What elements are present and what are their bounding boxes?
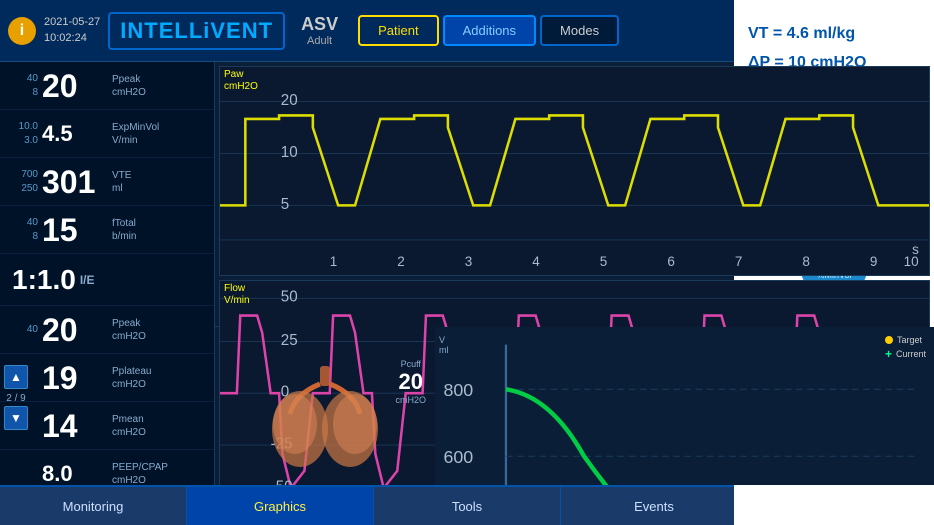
svg-text:4: 4 [532, 254, 540, 269]
datetime: 2021-05-27 10:02:24 [44, 15, 100, 46]
pplateau-label: PplateaucmH2O [112, 365, 151, 391]
svg-text:600: 600 [443, 447, 473, 467]
ppeak2-label: PpeakcmH2O [112, 317, 146, 343]
down-arrow[interactable]: ▼ [4, 406, 28, 430]
ppeak-value: 20 [42, 70, 112, 102]
metric-expminvol[interactable]: 10.03.0 4.5 ExpMinVolV/min [0, 110, 214, 158]
flow-chart-label: FlowV/min [224, 283, 250, 307]
ppeak-label: PpeakcmH2O [112, 73, 146, 99]
metric-pmean[interactable]: 14 PmeancmH2O [0, 402, 214, 450]
vte-label: VTEml [112, 169, 131, 195]
current-legend: + Current [885, 347, 926, 361]
pmean-value: 14 [42, 410, 112, 442]
ie-display: 1:1.0I/E [6, 258, 208, 302]
vte-value: 301 [42, 166, 112, 198]
metric-ppeak-top[interactable]: 408 20 PpeakcmH2O [0, 62, 214, 110]
footer-tools[interactable]: Tools [374, 487, 561, 525]
metric-pplateau[interactable]: 19 PplateaucmH2O [0, 354, 214, 402]
peep2-value: 8.0 [42, 463, 112, 485]
svg-text:s: s [912, 242, 919, 257]
svg-text:2: 2 [397, 254, 405, 269]
ie-label: I/E [80, 273, 95, 287]
svg-text:20: 20 [281, 92, 298, 109]
pmean-label: PmeancmH2O [112, 413, 146, 439]
svg-text:10: 10 [281, 144, 298, 161]
ftotal-value: 15 [42, 214, 112, 246]
ppeak2-range: 40 [6, 323, 42, 337]
footer-monitoring[interactable]: Monitoring [0, 487, 187, 525]
expminvol-label: ExpMinVolV/min [112, 121, 159, 147]
y-axis-label: Vml [439, 335, 449, 355]
ppeak2-value: 20 [42, 314, 112, 346]
svg-text:50: 50 [281, 288, 298, 305]
ppeak-range: 408 [6, 72, 42, 100]
metric-peep[interactable]: 8.0 PEEP/CPAPcmH2O [0, 450, 214, 485]
svg-text:25: 25 [281, 331, 298, 348]
footer-graphics[interactable]: Graphics [187, 487, 374, 525]
metric-ie[interactable]: 1:1.0I/E [0, 254, 214, 306]
v-chart-svg: 800 600 400 200 0 0 10 20 30 40 50 60 b/… [439, 331, 930, 485]
page-indicator: 2 / 9 [4, 393, 28, 404]
pcuff-unit: cmH2O [395, 395, 426, 405]
svg-text:800: 800 [443, 380, 473, 400]
main-screen: i 2021-05-27 10:02:24 INTELLiVENT ASV Ad… [0, 0, 934, 525]
svg-text:9: 9 [870, 254, 878, 269]
peep2-label: PEEP/CPAPcmH2O [112, 461, 168, 486]
vchart-legend: Target + Current [885, 335, 926, 361]
metric-ppeak-bot[interactable]: 40 20 PpeakcmH2O [0, 306, 214, 354]
metric-vte[interactable]: 700250 301 VTEml [0, 158, 214, 206]
charts-area: PawcmH2O 20 10 5 1 [215, 62, 934, 327]
up-arrow[interactable]: ▲ [4, 365, 28, 389]
nav-buttons: Patient Additions Modes [358, 15, 619, 46]
ftotal-range: 408 [6, 216, 42, 244]
lung-illustration [265, 364, 385, 474]
paw-chart-label: PawcmH2O [224, 69, 258, 93]
svg-text:3: 3 [465, 254, 473, 269]
footer-events[interactable]: Events [561, 487, 748, 525]
svg-text:5: 5 [600, 254, 608, 269]
nav-modes-button[interactable]: Modes [540, 15, 619, 46]
header-info: i 2021-05-27 10:02:24 [8, 15, 100, 46]
brand-name: INTELLiVENT [108, 12, 285, 50]
target-legend: Target [885, 335, 926, 345]
nav-additions-button[interactable]: Additions [443, 15, 536, 46]
asv-label: ASV Adult [301, 14, 338, 47]
main-content: 408 20 PpeakcmH2O 10.03.0 4.5 ExpMinVolV… [0, 62, 934, 485]
metric-ftotal[interactable]: 408 15 fTotalb/min [0, 206, 214, 254]
current-legend-label: Current [896, 349, 926, 359]
expminvol-value: 4.5 [42, 123, 112, 145]
svg-text:-50: -50 [271, 478, 293, 485]
ftotal-label: fTotalb/min [112, 217, 136, 243]
pcuff-label: Pcuff [395, 359, 426, 369]
svg-text:8: 8 [802, 254, 810, 269]
asv-text: ASV [301, 14, 338, 35]
svg-text:7: 7 [735, 254, 743, 269]
pcuff-box: Pcuff 20 cmH2O [395, 359, 426, 405]
nav-patient-button[interactable]: Patient [358, 15, 438, 46]
left-panel: 408 20 PpeakcmH2O 10.03.0 4.5 ExpMinVolV… [0, 62, 215, 485]
target-legend-label: Target [897, 335, 922, 345]
adult-text: Adult [301, 35, 338, 47]
svg-text:5: 5 [281, 196, 289, 213]
pplateau-value: 19 [42, 362, 112, 394]
paw-chart: PawcmH2O 20 10 5 1 [219, 66, 930, 276]
svg-text:6: 6 [667, 254, 675, 269]
pcuff-value: 20 [395, 369, 426, 395]
vt-value: VT = 4.6 ml/kg [748, 20, 920, 49]
svg-text:1: 1 [330, 254, 338, 269]
center-panel: PawcmH2O 20 10 5 1 [215, 62, 934, 485]
sub-right-panel: Vml Target + Current [435, 327, 934, 485]
info-icon: i [8, 17, 36, 45]
expminvol-range: 10.03.0 [6, 120, 42, 148]
lung-container: Pcuff 20 cmH2O [223, 359, 426, 479]
current-legend-cross: + [885, 347, 892, 361]
vte-range: 700250 [6, 168, 42, 196]
target-legend-dot [885, 336, 893, 344]
nav-arrows: ▲ 2 / 9 ▼ [4, 365, 28, 430]
